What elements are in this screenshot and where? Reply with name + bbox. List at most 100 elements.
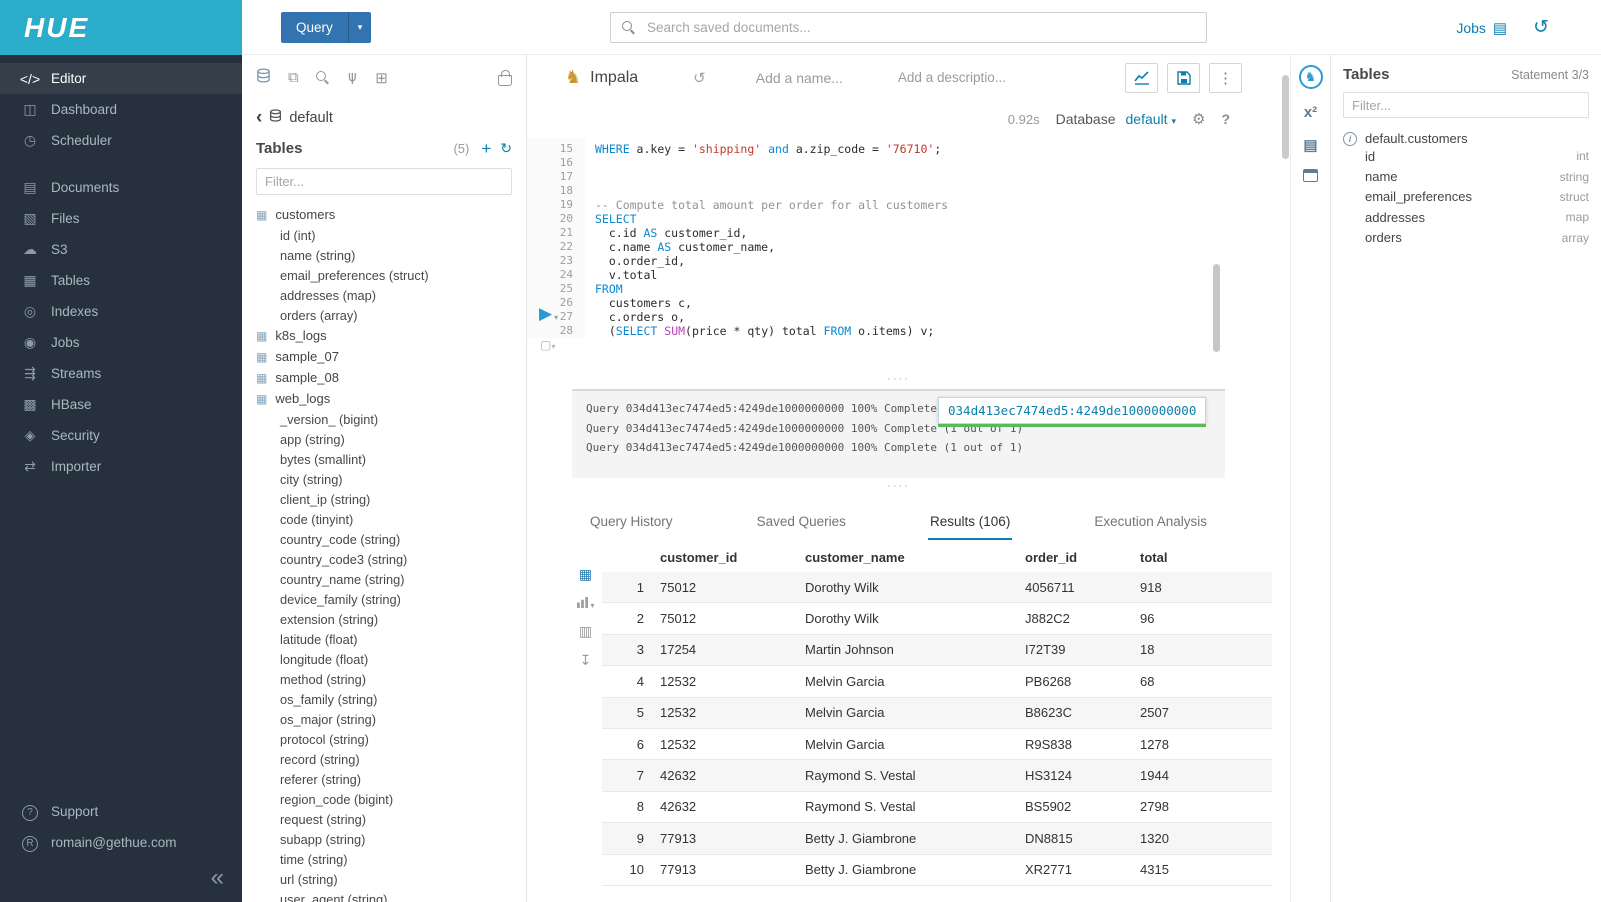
result-row[interactable]: 10 77913 Betty J. Giambrone XR2771 4315 — [602, 855, 1272, 886]
result-row[interactable]: 5 12532 Melvin Garcia B8623C 2507 — [602, 698, 1272, 729]
sidebar-item-jobs[interactable]: ◉ Jobs — [0, 327, 242, 358]
hue-logo[interactable]: HUE — [0, 0, 242, 55]
collapse-sidebar-icon[interactable]: « — [211, 868, 224, 888]
chart-button[interactable] — [1125, 63, 1158, 93]
column-item[interactable]: record (string) — [242, 749, 526, 769]
column-item[interactable]: subapp (string) — [242, 829, 526, 849]
more-actions-button[interactable]: ⋮ — [1209, 63, 1242, 93]
user-menu[interactable]: R romain@gethue.com — [0, 827, 242, 858]
column-header[interactable]: total — [1140, 550, 1205, 565]
add-table-icon[interactable]: + — [481, 142, 491, 155]
table-filter-input[interactable] — [256, 168, 512, 195]
column-item[interactable]: addresses (map) — [242, 285, 526, 305]
ra-column-email-preferences[interactable]: email_preferences struct — [1343, 187, 1589, 207]
column-header[interactable]: customer_id — [660, 550, 805, 565]
result-row[interactable]: 8 42632 Raymond S. Vestal BS5902 2798 — [602, 792, 1272, 823]
functions-icon[interactable]: x² — [1304, 104, 1317, 121]
documents-copy-icon[interactable]: ⧉ — [288, 69, 299, 86]
column-item[interactable]: os_major (string) — [242, 709, 526, 729]
query-description-field[interactable]: Add a descriptio... — [898, 70, 1006, 85]
column-item[interactable]: method (string) — [242, 669, 526, 689]
column-item[interactable]: _version_ (bigint) — [242, 409, 526, 429]
table-item-sample-07[interactable]: ▦ sample_07 — [242, 346, 526, 367]
column-item[interactable]: extension (string) — [242, 609, 526, 629]
ra-column-orders[interactable]: orders array — [1343, 228, 1589, 248]
column-item[interactable]: client_ip (string) — [242, 489, 526, 509]
column-item[interactable]: time (string) — [242, 849, 526, 869]
gear-icon[interactable]: ⚙ — [1192, 110, 1205, 128]
column-item[interactable]: code (tinyint) — [242, 509, 526, 529]
column-item[interactable]: country_name (string) — [242, 569, 526, 589]
column-item[interactable]: app (string) — [242, 429, 526, 449]
schedule-icon[interactable] — [1303, 169, 1318, 182]
download-icon[interactable]: ↧ — [580, 652, 592, 669]
reload-icon[interactable]: ↺ — [693, 69, 706, 87]
new-query-button[interactable]: Query — [281, 12, 348, 43]
database-icon[interactable] — [256, 68, 271, 87]
column-item[interactable]: longitude (float) — [242, 649, 526, 669]
main-scrollbar[interactable] — [1282, 75, 1289, 159]
blocks-icon[interactable]: ⊞ — [375, 69, 388, 87]
sidebar-item-editor[interactable]: </> Editor — [0, 63, 242, 94]
bag-icon[interactable] — [498, 75, 512, 86]
result-row[interactable]: 4 12532 Melvin Garcia PB6268 68 — [602, 666, 1272, 697]
result-row[interactable]: 3 17254 Martin Johnson I72T39 18 — [602, 635, 1272, 666]
table-item-k8s-logs[interactable]: ▦ k8s_logs — [242, 325, 526, 346]
help-icon[interactable]: ? — [1221, 111, 1230, 127]
query-history-icon[interactable]: ↺ — [1533, 16, 1549, 39]
execute-button[interactable]: ▶ ▾ — [539, 305, 558, 322]
language-reference-icon[interactable]: ▤ — [1303, 136, 1317, 154]
table-item-customers[interactable]: ▦ customers — [242, 204, 526, 225]
code-editor[interactable]: 15 WHERE a.key = 'shipping' and a.zip_co… — [527, 138, 1290, 338]
sidebar-item-security[interactable]: ◈ Security — [0, 420, 242, 451]
active-table-item[interactable]: i default.customers — [1343, 131, 1589, 146]
column-item[interactable]: bytes (smallint) — [242, 449, 526, 469]
sitemap-icon[interactable]: ⋔ — [346, 69, 359, 87]
column-item[interactable]: referer (string) — [242, 769, 526, 789]
column-item[interactable]: device_family (string) — [242, 589, 526, 609]
column-item[interactable]: name (string) — [242, 245, 526, 265]
ra-column-addresses[interactable]: addresses map — [1343, 207, 1589, 227]
search-input[interactable] — [645, 19, 1195, 36]
grid-view-icon[interactable]: ▦ — [579, 566, 592, 583]
column-item[interactable]: region_code (bigint) — [242, 789, 526, 809]
save-button[interactable] — [1167, 63, 1200, 93]
column-header[interactable]: order_id — [1025, 550, 1140, 565]
tab-execution-analysis[interactable]: Execution Analysis — [1092, 505, 1209, 540]
sidebar-item-dashboard[interactable]: ◫ Dashboard — [0, 94, 242, 125]
column-item[interactable]: request (string) — [242, 809, 526, 829]
table-item-sample-08[interactable]: ▦ sample_08 — [242, 367, 526, 388]
column-header[interactable]: customer_name — [805, 550, 1025, 565]
column-item[interactable]: os_family (string) — [242, 689, 526, 709]
tab-saved-queries[interactable]: Saved Queries — [755, 505, 848, 540]
breadcrumb-database[interactable]: default — [289, 110, 333, 126]
result-row[interactable]: 6 12532 Melvin Garcia R9S838 1278 — [602, 729, 1272, 760]
column-item[interactable]: email_preferences (struct) — [242, 265, 526, 285]
jobs-link[interactable]: Jobs ▤ — [1456, 19, 1507, 37]
sidebar-item-streams[interactable]: ⇶ Streams — [0, 358, 242, 389]
sidebar-item-files[interactable]: ▧ Files — [0, 203, 242, 234]
column-item[interactable]: latitude (float) — [242, 629, 526, 649]
result-row[interactable]: 2 75012 Dorothy Wilk J882C2 96 — [602, 603, 1272, 634]
result-row[interactable]: 9 77913 Betty J. Giambrone DN8815 1320 — [602, 823, 1272, 854]
new-query-dropdown[interactable]: ▾ — [348, 12, 372, 43]
splitter-handle-bottom[interactable]: ···· — [572, 482, 1225, 490]
table-item-web-logs[interactable]: ▦ web_logs — [242, 388, 526, 409]
snippet-settings-icon[interactable]: ▢▾ — [540, 338, 555, 352]
sidebar-item-indexes[interactable]: ◎ Indexes — [0, 296, 242, 327]
sidebar-item-scheduler[interactable]: ◷ Scheduler — [0, 125, 242, 156]
back-chevron-icon[interactable]: ‹ — [256, 111, 262, 125]
impala-assistant-icon[interactable]: ♞ — [1299, 65, 1323, 89]
column-item[interactable]: url (string) — [242, 869, 526, 889]
database-dropdown[interactable]: default ▾ — [1126, 111, 1176, 127]
zoom-in-icon[interactable] — [316, 71, 329, 84]
sidebar-item-support[interactable]: ? Support — [0, 796, 242, 827]
column-item[interactable]: city (string) — [242, 469, 526, 489]
result-row[interactable]: 7 42632 Raymond S. Vestal HS3124 1944 — [602, 760, 1272, 791]
result-row[interactable]: 1 75012 Dorothy Wilk 4056711 918 — [602, 572, 1272, 603]
column-item[interactable]: protocol (string) — [242, 729, 526, 749]
ra-column-id[interactable]: id int — [1343, 146, 1589, 166]
sidebar-item-tables[interactable]: ▦ Tables — [0, 265, 242, 296]
column-item[interactable]: orders (array) — [242, 305, 526, 325]
sidebar-item-importer[interactable]: ⇄ Importer — [0, 451, 242, 482]
